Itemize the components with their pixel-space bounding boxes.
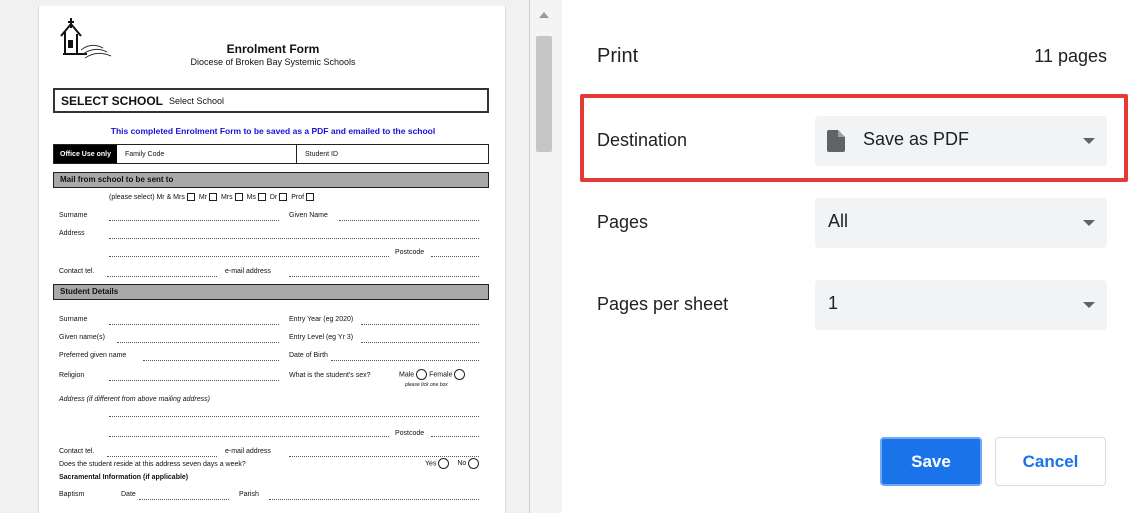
form-subtitle: Diocese of Broken Bay Systemic Schools bbox=[190, 57, 356, 67]
religion-label: Religion bbox=[59, 372, 85, 379]
mail-address-label: Address bbox=[59, 230, 85, 237]
no-radio bbox=[468, 458, 480, 469]
preview-page: Enrolment Form Diocese of Broken Bay Sys… bbox=[38, 6, 506, 513]
student-postcode-label: Postcode bbox=[395, 430, 425, 437]
pdf-note: This completed Enrolment Form to be save… bbox=[110, 126, 436, 136]
baptism-date-label: Date bbox=[121, 491, 136, 498]
female-radio bbox=[454, 369, 466, 380]
save-button[interactable]: Save bbox=[880, 437, 982, 486]
mail-surname-label: Surname bbox=[59, 212, 88, 219]
page-count: 11 pages bbox=[1034, 46, 1107, 66]
pages-label: Pages bbox=[597, 212, 649, 232]
section-student-bar: Student Details bbox=[53, 284, 489, 300]
select-school-value: Select School bbox=[169, 95, 225, 106]
scroll-up-arrow-icon[interactable] bbox=[539, 12, 549, 18]
section-mail-bar: Mail from school to be sent to bbox=[53, 172, 489, 188]
sex-question: What is the student's sex? bbox=[289, 372, 371, 379]
entry-level-label: Entry Level (eg Yr 3) bbox=[289, 334, 354, 341]
mail-contact-label: Contact tel. bbox=[59, 268, 95, 275]
reside-options: Yes No bbox=[425, 458, 480, 469]
title-select-row: (please select) Mr & Mrs Mr Mrs Ms Dr Pr… bbox=[109, 193, 316, 201]
preview-scrollbar[interactable] bbox=[530, 0, 562, 513]
family-code-label: Family Code bbox=[117, 145, 297, 163]
select-school-box: SELECT SCHOOL Select School bbox=[53, 88, 489, 113]
preferred-name-label: Preferred given name bbox=[59, 352, 127, 359]
select-school-label: SELECT SCHOOL bbox=[61, 93, 164, 108]
chevron-down-icon bbox=[1083, 302, 1095, 308]
destination-highlight-box bbox=[580, 94, 1128, 182]
entry-year-label: Entry Year (eg 2020) bbox=[289, 316, 354, 323]
mail-given-name-label: Given Name bbox=[289, 212, 328, 219]
mail-email-label: e-mail address bbox=[225, 268, 271, 275]
dob-label: Date of Birth bbox=[289, 352, 328, 359]
pages-per-sheet-select[interactable]: 1 bbox=[815, 280, 1107, 330]
pages-value: All bbox=[828, 211, 849, 231]
sacramental-label: Sacramental Information (if applicable) bbox=[59, 474, 189, 481]
pages-per-sheet-label: Pages per sheet bbox=[597, 294, 729, 314]
print-preview: Enrolment Form Diocese of Broken Bay Sys… bbox=[0, 0, 530, 513]
baptism-parish-label: Parish bbox=[239, 491, 259, 498]
sex-options: Male Female bbox=[399, 369, 466, 380]
student-id-label: Student ID bbox=[304, 150, 339, 158]
chevron-down-icon bbox=[1083, 220, 1095, 226]
given-names-label: Given name(s) bbox=[59, 334, 105, 341]
cancel-button[interactable]: Cancel bbox=[995, 437, 1106, 486]
pages-per-sheet-value: 1 bbox=[828, 293, 839, 313]
print-title: Print bbox=[597, 45, 639, 67]
baptism-label: Baptism bbox=[59, 491, 85, 498]
scroll-thumb[interactable] bbox=[536, 36, 552, 152]
student-email-label: e-mail address bbox=[225, 448, 271, 455]
office-use-row: Office Use only Family Code Student ID bbox=[53, 144, 489, 164]
mail-postcode-label: Postcode bbox=[395, 249, 425, 256]
yes-radio bbox=[438, 458, 450, 469]
form-title: Enrolment Form bbox=[226, 42, 320, 56]
reside-question: Does the student reside at this address … bbox=[59, 461, 246, 468]
pages-select[interactable]: All bbox=[815, 198, 1107, 248]
office-use-label: Office Use only bbox=[54, 145, 117, 163]
address-diff-label: Address (if different from above mailing… bbox=[59, 396, 210, 403]
student-contact-label: Contact tel. bbox=[59, 448, 95, 455]
student-surname-label: Surname bbox=[59, 316, 88, 323]
male-radio bbox=[416, 369, 428, 380]
tick-one-note: please tick one box bbox=[405, 382, 448, 388]
